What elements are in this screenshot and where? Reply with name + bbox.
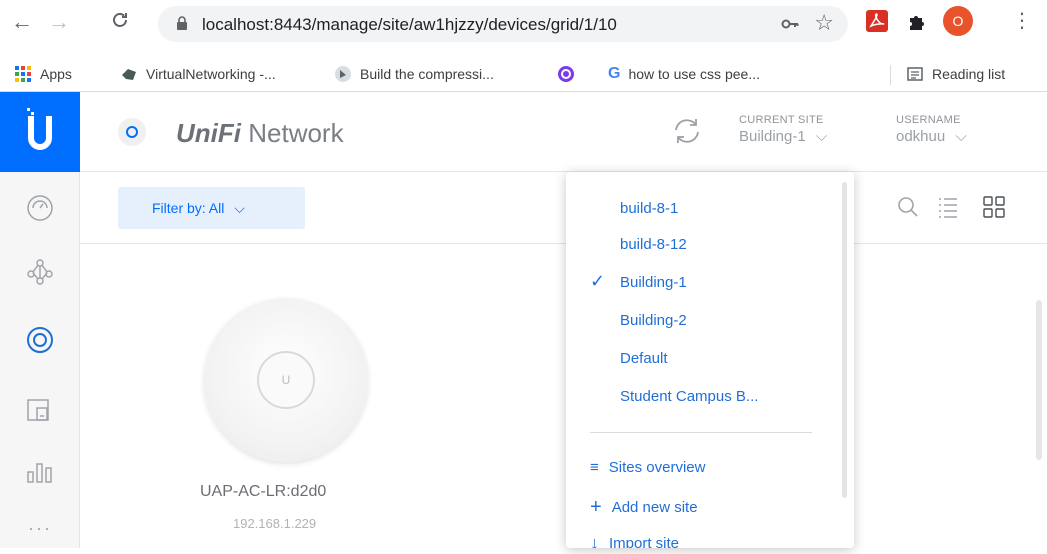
plus-icon: + [590, 496, 602, 518]
username-label: USERNAME [896, 114, 961, 126]
reading-list-icon [907, 67, 923, 81]
bookmark-star-icon[interactable]: ☆ [814, 10, 834, 36]
more-icon[interactable]: ··· [22, 518, 58, 554]
app-title: UniFi Network [176, 118, 344, 149]
app-title-product: Network [248, 118, 344, 148]
browser-toolbar: ← → localhost:8443/manage/site/aw1hjzzy/… [0, 0, 1047, 58]
chevron-down-icon: ⌵ [815, 128, 828, 145]
devices-toolbar: Filter by: All ⌵ [80, 172, 1047, 244]
virtualnetworking-icon [122, 69, 136, 80]
device-name[interactable]: UAP-AC-LR:d2d0 [200, 483, 326, 501]
reload-icon[interactable] [108, 10, 132, 35]
profile-avatar[interactable]: O [943, 6, 973, 36]
apps-grid-icon [15, 66, 31, 82]
list-view-icon[interactable] [936, 195, 960, 219]
bookmark-label: Apps [40, 66, 72, 82]
current-site-label: CURRENT SITE [739, 114, 824, 126]
url-text: localhost:8443/manage/site/aw1hjzzy/devi… [202, 15, 617, 34]
pdf-extension-icon[interactable] [866, 10, 888, 37]
dropdown-divider [590, 432, 812, 433]
import-icon: ↓ [590, 533, 599, 548]
bookmark-coursera[interactable] [557, 65, 575, 83]
build-icon [335, 66, 351, 82]
site-option[interactable]: build-8-12 [620, 236, 687, 253]
bookmark-label: how to use css pee... [628, 66, 760, 82]
check-icon: ✓ [590, 271, 606, 291]
device-ip: 192.168.1.229 [233, 516, 317, 531]
reading-list-label: Reading list [932, 66, 1006, 82]
app-title-brand: UniFi [176, 118, 241, 148]
chevron-down-icon: ⌵ [234, 200, 245, 216]
password-key-icon[interactable] [780, 14, 800, 39]
bookmark-build[interactable]: Build the compressi... [334, 65, 494, 83]
bookmark-css[interactable]: G how to use css pee... [608, 65, 760, 83]
coursera-icon [558, 66, 574, 82]
topology-icon[interactable] [22, 254, 58, 290]
username-value: odkhuu [896, 128, 946, 145]
lock-icon [177, 16, 187, 30]
search-icon[interactable] [896, 195, 920, 219]
bookmarks-divider [890, 65, 891, 85]
import-site-button[interactable]: ↓ Import site [590, 533, 679, 548]
reading-list[interactable]: Reading list [906, 65, 1005, 83]
google-icon: G [608, 65, 621, 82]
address-bar[interactable]: localhost:8443/manage/site/aw1hjzzy/devi… [158, 6, 848, 42]
add-site-button[interactable]: + Add new site [590, 496, 698, 519]
site-option[interactable]: Building-2 [620, 312, 687, 329]
dashboard-icon[interactable] [22, 190, 58, 226]
ubiquiti-logo[interactable] [0, 92, 80, 172]
current-site-selector[interactable]: CURRENT SITE Building-1 ⌵ [739, 114, 827, 145]
page-scrollbar[interactable] [1036, 300, 1042, 460]
filter-button[interactable]: Filter by: All ⌵ [118, 187, 305, 229]
forward-arrow-icon[interactable]: → [47, 10, 71, 34]
filter-label: Filter by: All [152, 200, 225, 216]
browser-menu-icon[interactable]: ⋮ [1012, 8, 1032, 33]
clients-icon[interactable] [22, 392, 58, 428]
chevron-down-icon: ⌵ [955, 128, 967, 145]
bookmark-apps[interactable]: Apps [14, 65, 72, 83]
bookmark-label: Build the compressi... [360, 66, 494, 82]
extensions-puzzle-icon[interactable] [906, 12, 928, 39]
devices-icon[interactable] [22, 322, 58, 358]
devices-grid: U UAP-AC-LR:d2d0 192.168.1.229 [80, 244, 1047, 548]
device-image[interactable]: U [204, 298, 368, 462]
bookmarks-bar: Apps VirtualNetworking -... Build the co… [0, 58, 1047, 92]
bookmark-label: VirtualNetworking -... [146, 66, 276, 82]
back-arrow-icon[interactable]: ← [10, 10, 34, 34]
list-icon: ≡ [590, 459, 599, 476]
dropdown-scrollbar[interactable] [842, 182, 847, 498]
import-site-label: Import site [609, 535, 680, 548]
add-site-label: Add new site [611, 499, 698, 516]
unifi-logo-icon [118, 118, 146, 146]
refresh-icon[interactable] [670, 116, 704, 146]
sites-overview-label: Sites overview [608, 459, 706, 476]
bookmark-virtualnetworking[interactable]: VirtualNetworking -... [120, 65, 276, 83]
statistics-icon[interactable] [22, 452, 58, 488]
grid-view-icon[interactable] [982, 195, 1006, 219]
app-header: UniFi Network CURRENT SITE Building-1 ⌵ … [80, 92, 1047, 172]
app-sidebar: ··· [0, 92, 80, 548]
current-site-value: Building-1 [739, 128, 806, 145]
device-logo: U [257, 351, 315, 409]
site-option[interactable]: Student Campus B... [620, 388, 758, 405]
site-option[interactable]: Default [620, 350, 668, 367]
site-option-selected[interactable]: Building-1 [620, 274, 687, 291]
username-selector[interactable]: USERNAME odkhuu ⌵ [896, 114, 967, 145]
site-dropdown: build-8-1 build-8-12 ✓ Building-1 Buildi… [566, 172, 854, 548]
site-option[interactable]: build-8-1 [620, 200, 678, 217]
sites-overview-button[interactable]: ≡ Sites overview [590, 459, 705, 476]
